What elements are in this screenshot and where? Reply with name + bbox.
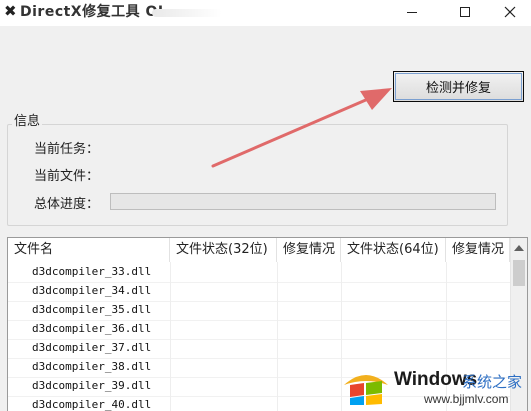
minimize-button[interactable]	[392, 0, 432, 24]
file-name-cell: d3dcompiler_35.dll	[32, 303, 152, 316]
watermark-url: www.bjjmlv.com	[424, 392, 509, 406]
close-icon	[504, 6, 516, 18]
total-progress-bar	[110, 193, 496, 210]
file-name-cell: d3dcompiler_37.dll	[32, 341, 152, 354]
current-task-label: 当前任务：	[34, 142, 100, 157]
directx-icon: ✖	[4, 2, 17, 20]
window-title: DirectX修复工具 OL	[20, 4, 168, 20]
column-divider	[277, 262, 278, 411]
column-header[interactable]: 文件状态(32位)	[170, 238, 277, 262]
detect-and-repair-button[interactable]: 检测并修复	[393, 71, 524, 102]
scroll-thumb[interactable]	[513, 260, 525, 286]
maximize-button[interactable]	[445, 0, 485, 24]
info-group-title: 信息	[12, 110, 43, 129]
column-header[interactable]: 文件状态(64位)	[341, 238, 446, 262]
scroll-up-icon[interactable]	[514, 245, 524, 251]
column-header[interactable]: 修复情况	[277, 238, 341, 262]
title-bar: ✖ DirectX修复工具 OL	[0, 0, 531, 26]
column-header[interactable]: 文件名	[8, 238, 170, 262]
table-row[interactable]: d3dcompiler_34.dll	[8, 283, 510, 302]
file-name-cell: d3dcompiler_34.dll	[32, 284, 152, 297]
watermark-site-name: 系统之家	[462, 373, 523, 391]
file-name-cell: d3dcompiler_36.dll	[32, 322, 152, 335]
file-name-cell: d3dcompiler_40.dll	[32, 398, 152, 411]
title-blur	[152, 9, 222, 17]
close-button[interactable]	[490, 0, 530, 24]
column-divider	[170, 262, 171, 411]
file-name-cell: d3dcompiler_39.dll	[32, 379, 152, 392]
table-row[interactable]: d3dcompiler_33.dll	[8, 264, 510, 283]
file-name-cell: d3dcompiler_33.dll	[32, 265, 152, 278]
watermark: Windows 系统之家 www.bjjmlv.com	[338, 362, 531, 411]
total-progress-label: 总体进度：	[34, 197, 100, 212]
file-name-cell: d3dcompiler_38.dll	[32, 360, 152, 373]
table-row[interactable]: d3dcompiler_36.dll	[8, 321, 510, 340]
current-file-label: 当前文件：	[34, 169, 100, 184]
minimize-icon	[407, 12, 417, 13]
column-header[interactable]: 修复情况	[446, 238, 510, 262]
table-row[interactable]: d3dcompiler_37.dll	[8, 340, 510, 359]
table-row[interactable]: d3dcompiler_35.dll	[8, 302, 510, 321]
windows-logo-icon	[344, 375, 388, 405]
maximize-icon	[460, 7, 470, 17]
